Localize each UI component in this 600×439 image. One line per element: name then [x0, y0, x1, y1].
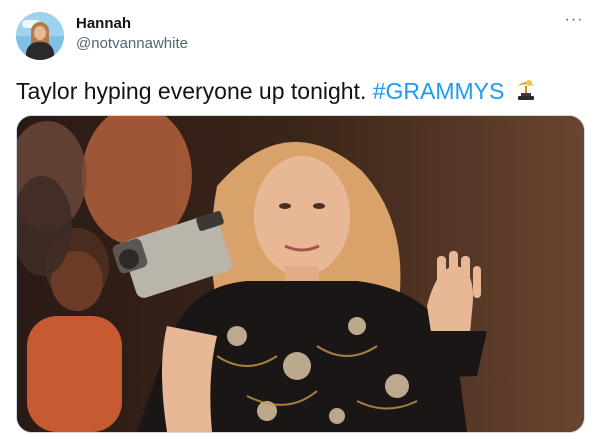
- photo-illustration: [17, 116, 584, 432]
- avatar[interactable]: [16, 12, 64, 60]
- avatar-body: [26, 42, 54, 60]
- tweet-card[interactable]: Hannah @notvannawhite ··· Taylor hyping …: [0, 0, 600, 439]
- hashtag-link[interactable]: #GRAMMYS: [373, 78, 505, 104]
- user-handle[interactable]: @notvannawhite: [76, 35, 188, 52]
- tweet-text: Taylor hyping everyone up tonight. #GRAM…: [16, 76, 537, 108]
- display-name[interactable]: Hannah: [76, 15, 131, 32]
- more-options-button[interactable]: ···: [562, 8, 586, 32]
- tweet-media-photo[interactable]: [16, 115, 585, 433]
- tweet-body: Taylor hyping everyone up tonight.: [16, 78, 373, 104]
- grammy-trophy-icon: [515, 77, 537, 108]
- more-horizontal-icon: ···: [564, 11, 584, 28]
- avatar-face: [34, 26, 46, 40]
